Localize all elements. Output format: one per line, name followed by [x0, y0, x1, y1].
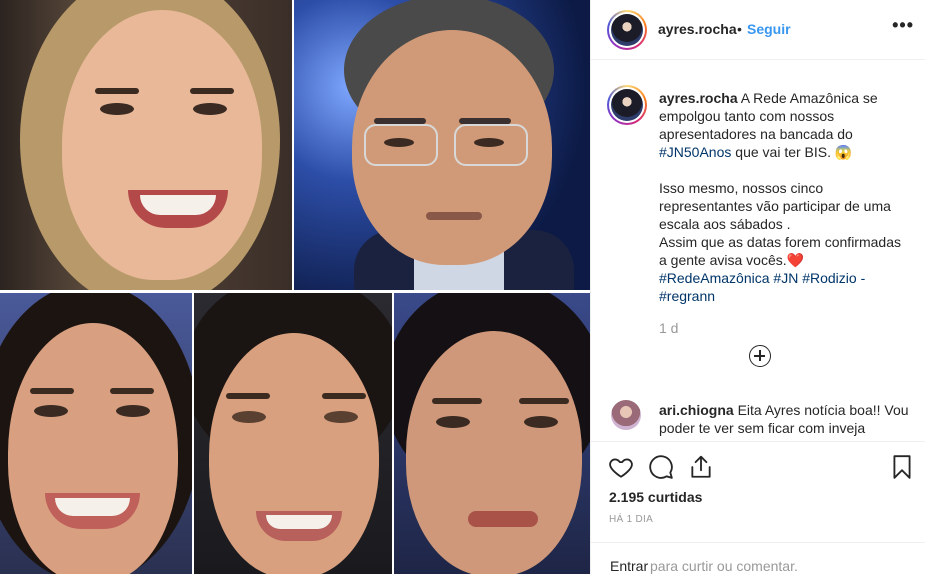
share-icon[interactable] — [688, 454, 714, 480]
photo-presenter-1 — [0, 0, 292, 290]
post-timestamp[interactable]: HÁ 1 DIA — [609, 514, 653, 525]
comments-list[interactable]: ayres.rocha A Rede Amazônica se empolgou… — [591, 61, 925, 441]
heart-emoji: ❤️ — [786, 252, 805, 268]
photo-presenter-3 — [0, 293, 192, 574]
hashtag-regrann[interactable]: #regrann — [659, 288, 715, 304]
avatar[interactable] — [607, 10, 647, 50]
comment-icon[interactable] — [648, 454, 674, 480]
photo-presenter-5 — [394, 293, 590, 574]
likes-count[interactable]: 2.195 curtidas — [609, 489, 702, 505]
comment-avatar[interactable] — [611, 400, 641, 430]
post-header: ayres.rocha • Seguir ••• — [591, 0, 925, 60]
login-prompt-text: para curtir ou comentar. — [650, 558, 798, 574]
hashtag-jn50anos[interactable]: #JN50Anos — [659, 144, 731, 160]
caption-paragraph-2: Isso mesmo, nossos cinco representantes … — [659, 180, 891, 232]
comment-text: ari.chiogna Eita Ayres notícia boa!! Vou… — [659, 401, 911, 437]
hashtag-rodizio[interactable]: #Rodizio — [802, 270, 856, 286]
follow-button[interactable]: Seguir — [747, 21, 791, 37]
comment-username[interactable]: ari.chiogna — [659, 402, 734, 418]
post-actions: 2.195 curtidas HÁ 1 DIA Entrar para curt… — [591, 441, 925, 574]
login-prompt: Entrar para curtir ou comentar. — [591, 542, 925, 574]
bookmark-icon[interactable] — [889, 454, 915, 480]
caption-text: ayres.rocha A Rede Amazônica se empolgou… — [659, 89, 911, 305]
login-link[interactable]: Entrar — [610, 558, 648, 574]
header-username[interactable]: ayres.rocha — [658, 21, 737, 37]
caption-paragraph-3: Assim que as datas forem confirmadas a g… — [659, 234, 901, 268]
hashtag-jn[interactable]: #JN — [773, 270, 798, 286]
post-image[interactable] — [0, 0, 590, 574]
post-sidebar: ayres.rocha • Seguir ••• ayres.rocha A R… — [590, 0, 925, 574]
caption-dash: - — [856, 270, 866, 286]
plus-circle-icon[interactable] — [749, 345, 771, 367]
photo-presenter-2 — [294, 0, 590, 290]
caption-text-2: que vai ter BIS. 😱 — [731, 144, 853, 160]
hashtag-redeamazonica[interactable]: #RedeAmazônica — [659, 270, 770, 286]
separator-dot: • — [737, 21, 742, 37]
heart-icon[interactable] — [608, 454, 634, 480]
caption-avatar[interactable] — [607, 85, 647, 125]
caption-timestamp[interactable]: 1 d — [659, 320, 678, 336]
photo-presenter-4 — [194, 293, 392, 574]
caption-username[interactable]: ayres.rocha — [659, 90, 738, 106]
more-icon[interactable]: ••• — [892, 15, 914, 36]
